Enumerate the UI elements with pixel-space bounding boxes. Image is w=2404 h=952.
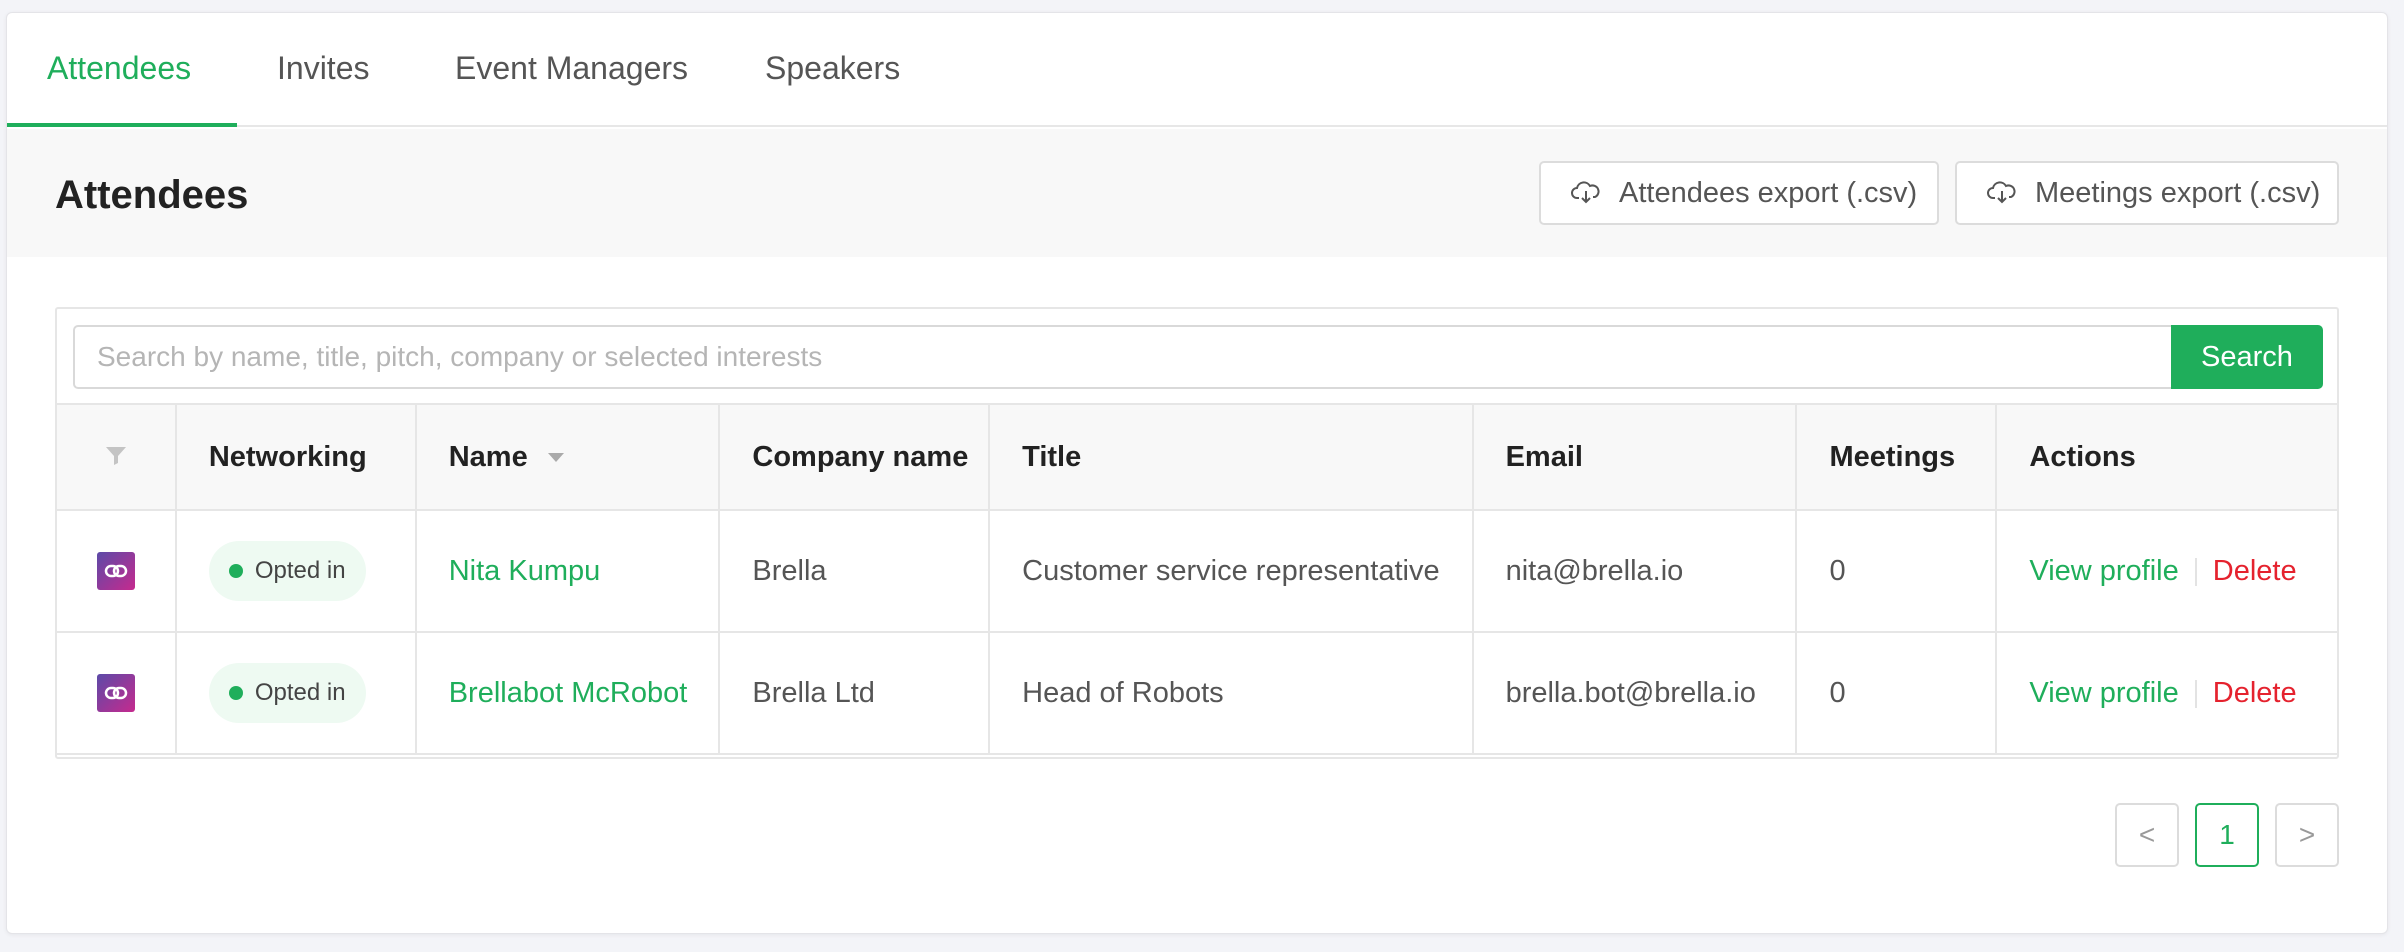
column-header-title: Title [988,403,1474,511]
row-icon-cell [55,631,177,755]
column-header-actions: Actions [1995,403,2339,511]
tab-bar: Attendees Invites Event Managers Speaker… [7,13,2387,127]
search-input[interactable] [73,325,2173,389]
view-profile-link[interactable]: View profile [2029,555,2178,587]
meetings-export-label: Meetings export (.csv) [2035,176,2321,209]
section-header: Attendees Attendees export (.csv) Meetin… [7,129,2387,257]
delete-link[interactable]: Delete [2213,677,2297,709]
column-header-meetings: Meetings [1795,403,1998,511]
actions-cell: View profile Delete [1995,631,2339,755]
meetings-export-button[interactable]: Meetings export (.csv) [1955,161,2339,225]
tab-invites[interactable]: Invites [277,13,369,127]
page-title: Attendees [55,173,249,217]
email-cell: brella.bot@brella.io [1471,631,1798,755]
actions-cell: View profile Delete [1995,509,2339,633]
status-badge-label: Opted in [254,679,346,706]
status-badge: Opted in [208,663,366,723]
attendees-table: Networking Name Company name Title Email… [55,403,2339,755]
name-cell: Brellabot McRobot [414,631,721,755]
email-cell: nita@brella.io [1471,509,1798,633]
search-bar: Search [73,325,2323,389]
filter-icon[interactable] [105,444,127,466]
status-dot-icon [228,686,243,700]
column-header-email: Email [1471,403,1798,511]
status-dot-icon [228,564,243,578]
attendees-export-button[interactable]: Attendees export (.csv) [1539,161,1939,225]
company-cell: Brella [718,509,991,633]
action-divider [2194,679,2197,708]
status-badge-label: Opted in [254,557,346,584]
table-row: Opted in Nita Kumpu Brella Customer serv… [55,509,2339,633]
prev-page-button[interactable]: < [2115,803,2179,867]
column-header-company: Company name [718,403,991,511]
title-cell: Customer service representative [988,509,1474,633]
link-icon [96,552,135,590]
row-icon-cell [55,509,177,633]
tab-attendees[interactable]: Attendees [47,13,191,127]
table-header-row: Networking Name Company name Title Email… [55,403,2339,511]
page-number-button[interactable]: 1 [2195,803,2259,867]
sort-caret-icon[interactable] [547,453,564,463]
name-cell: Nita Kumpu [414,509,721,633]
column-header-name-label: Name [448,440,528,473]
meetings-cell: 0 [1795,509,1998,633]
title-cell: Head of Robots [988,631,1474,755]
attendee-name-link[interactable]: Nita Kumpu [449,555,601,587]
tab-event-managers[interactable]: Event Managers [455,13,688,127]
cloud-download-icon [1987,181,2016,204]
meetings-cell: 0 [1795,631,1998,755]
table-row: Opted in Brellabot McRobot Brella Ltd He… [55,631,2339,755]
active-tab-indicator [7,123,237,127]
delete-link[interactable]: Delete [2213,555,2297,587]
networking-cell: Opted in [174,509,417,633]
networking-cell: Opted in [174,631,417,755]
attendees-card: Attendees Invites Event Managers Speaker… [6,12,2388,934]
action-divider [2194,557,2197,586]
attendee-name-link[interactable]: Brellabot McRobot [449,677,688,709]
view-profile-link[interactable]: View profile [2029,677,2178,709]
filter-column-header[interactable] [55,403,177,511]
tab-speakers[interactable]: Speakers [765,13,900,127]
column-header-networking: Networking [174,403,417,511]
company-cell: Brella Ltd [718,631,991,755]
attendees-export-label: Attendees export (.csv) [1619,176,1918,209]
search-button[interactable]: Search [2171,325,2323,389]
attendees-table-panel: Search Network [55,307,2339,759]
status-badge: Opted in [208,541,366,601]
column-header-name[interactable]: Name [414,403,721,511]
next-page-button[interactable]: > [2275,803,2339,867]
link-icon [96,674,135,712]
cloud-download-icon [1571,181,1600,204]
